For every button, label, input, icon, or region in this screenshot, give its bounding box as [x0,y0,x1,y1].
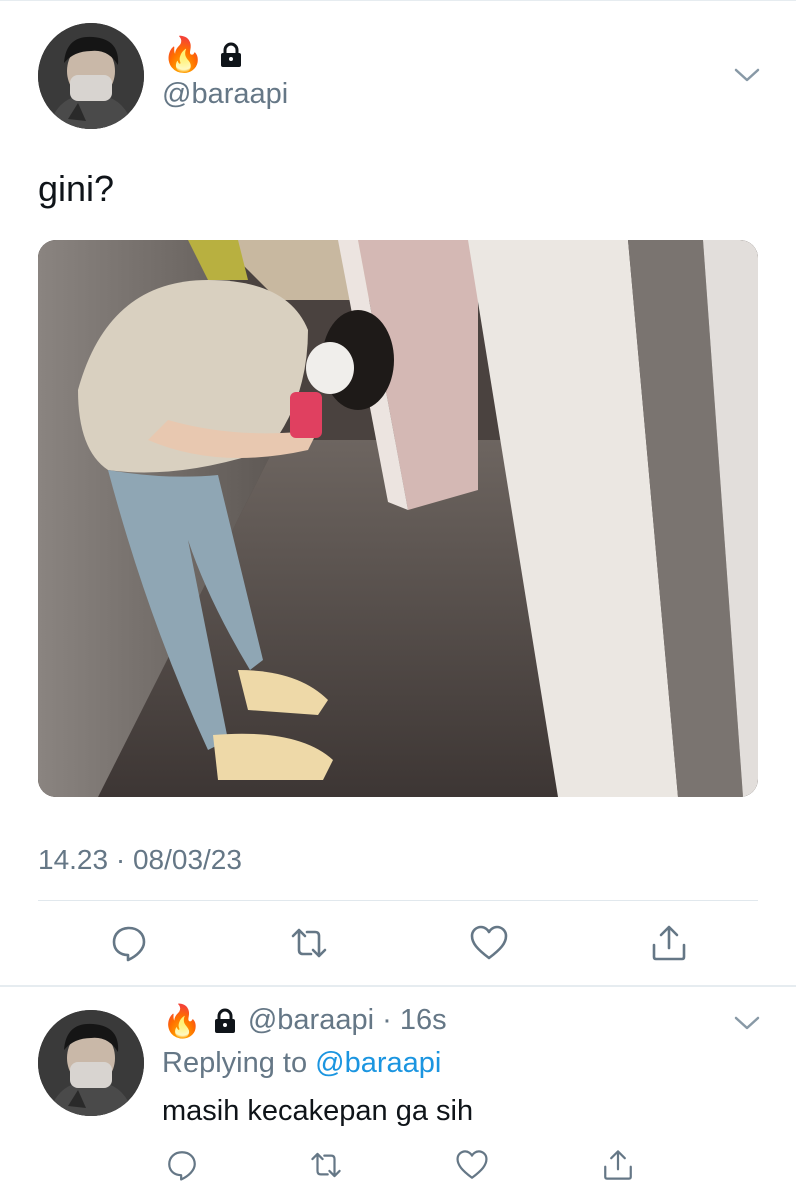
author-name-row: 🔥 [162,38,244,72]
chevron-down-icon[interactable] [733,66,761,84]
replying-to-mention[interactable]: @baraapi [315,1047,441,1079]
replying-to: Replying to @baraapi [162,1047,441,1080]
like-button[interactable] [466,920,512,966]
lock-icon [221,42,242,67]
reply-age: 16s [399,1004,447,1036]
like-icon [456,1150,488,1179]
retweet-icon [311,1152,341,1178]
thread-divider [0,985,796,987]
like-icon [470,925,508,960]
retweet-button[interactable] [306,1145,346,1185]
fire-emoji: 🔥 [162,35,205,75]
tweet-text: gini? [38,168,115,209]
mirror-selfie-image [38,240,758,797]
lock-icon [214,1008,235,1033]
reply-author-avatar[interactable] [38,1010,144,1116]
top-divider [0,0,796,1]
like-button[interactable] [452,1145,492,1185]
tweet-timestamp[interactable]: 14.23 · 08/03/23 [38,844,242,876]
fire-emoji: 🔥 [162,1001,202,1040]
share-button[interactable] [646,920,692,966]
share-icon [652,925,686,961]
tweet-photo[interactable] [38,240,758,797]
avatar-image [38,23,144,129]
reply-button[interactable] [162,1145,202,1185]
replying-to-label: Replying to [162,1047,308,1079]
share-icon [604,1150,632,1180]
reply-icon [168,1151,196,1181]
divider [38,900,758,901]
share-button[interactable] [598,1145,638,1185]
reply-author-handle[interactable]: @baraapi · 16s [248,1004,447,1037]
reply-button[interactable] [106,920,152,966]
reply-icon [112,926,146,962]
author-avatar[interactable] [38,23,144,129]
chevron-down-icon[interactable] [733,1014,761,1032]
author-handle[interactable]: @baraapi [162,78,288,111]
tweet-action-bar [38,920,758,966]
retweet-icon [291,928,327,958]
reply-action-bar [162,1145,642,1185]
reply-text: masih kecakepan ga sih [162,1095,474,1127]
avatar-image [38,1010,144,1116]
reply-header: 🔥 @baraapi · 16s [162,1004,447,1037]
retweet-button[interactable] [286,920,332,966]
